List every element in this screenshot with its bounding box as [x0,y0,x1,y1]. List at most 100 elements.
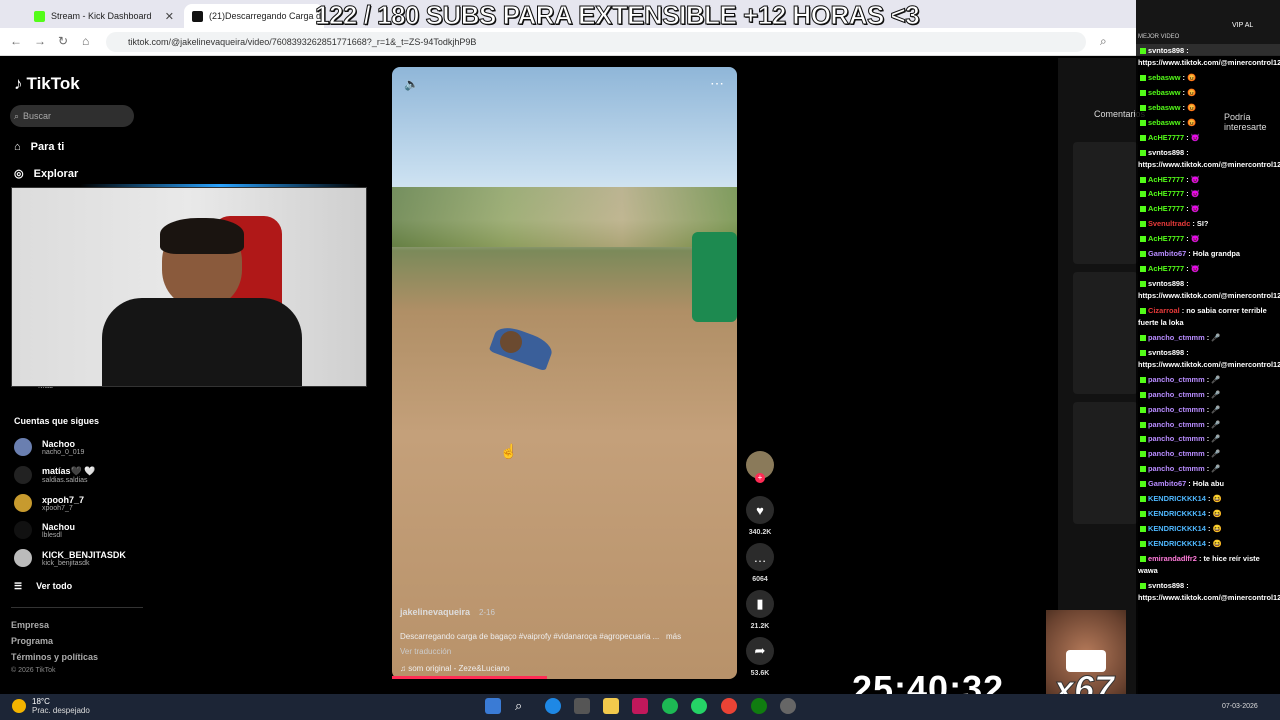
chat-username[interactable]: KENDRICKKK14 [1148,524,1206,533]
footer-link[interactable]: Empresa [11,620,49,630]
kick-badge-icon [1140,149,1146,156]
chat-username[interactable]: AcHE7777 [1148,204,1184,213]
description-text: Descarregando carga de bagaço #vaiprofy … [400,632,660,641]
chat-username[interactable]: Cizarroal [1148,306,1180,315]
chat-message: Cizarroal : no sabia correr terrible fue… [1138,305,1267,327]
chat-username[interactable]: KENDRICKKK14 [1148,509,1206,518]
search-icon[interactable]: ⌕ [515,698,531,714]
kick-badge-icon [1140,251,1146,258]
followed-account[interactable]: Nachoo nacho_0_019 [14,438,84,456]
xbox-icon[interactable] [751,698,767,714]
chat-username[interactable]: pancho_ctmmm [1148,434,1205,443]
chat-username[interactable]: KENDRICKKK14 [1148,494,1206,503]
weather-condition: Prac. despejado [32,706,90,715]
url-input[interactable]: tiktok.com/@jakelinevaqueira/video/76083… [106,32,1086,52]
chat-username[interactable]: KENDRICKKK14 [1148,539,1206,548]
chat-username[interactable]: svntos898 [1148,348,1184,357]
chat-username[interactable]: svntos898 [1148,581,1184,590]
kick-badge-icon [1140,540,1146,547]
chat-username[interactable]: pancho_ctmmm [1148,420,1205,429]
chat-text: 😈 [1190,174,1200,184]
followed-account[interactable]: KICK_BENJITASDK kick_benjitasdk [14,549,126,567]
more-options-icon[interactable]: ⋯ [710,75,724,92]
chat-username[interactable]: AcHE7777 [1148,264,1184,273]
chat-username[interactable]: pancho_ctmmm [1148,375,1205,384]
save-button[interactable]: ▮ 21.2K [745,590,775,630]
tab-tiktok-video[interactable]: (21)Descarregando Carga de B [184,4,324,28]
footer-link[interactable]: Programa [11,636,53,646]
edge-icon[interactable] [545,698,561,714]
followed-account[interactable]: xpooh7_7 xpooh7_7 [14,494,84,512]
chat-username[interactable]: svntos898 [1148,148,1184,157]
footer-link[interactable]: Términos y políticas [11,652,98,662]
more-link[interactable]: más [666,632,681,641]
chat-username[interactable]: sebasww [1148,73,1180,82]
tab-kick-dashboard[interactable]: Stream - Kick Dashboard ✕ [26,4,182,28]
chat-username[interactable]: svntos898 [1148,46,1184,55]
windows-start-icon[interactable] [485,698,501,714]
file-explorer-icon[interactable] [603,698,619,714]
video-username[interactable]: jakelinevaqueira [400,607,470,617]
see-all-link[interactable]: ☰ Ver todo [14,581,72,592]
suggested-video-card[interactable] [1073,272,1138,394]
chrome-icon[interactable] [721,698,737,714]
sound-link[interactable]: ♫ som original - Zeze&Luciano [400,664,730,673]
store-icon[interactable] [574,698,590,714]
suggested-video-card[interactable] [1073,142,1138,264]
chat-message: pancho_ctmmm : 🎤 [1136,403,1280,418]
suggested-video-card[interactable] [1073,402,1138,524]
video-progress-bar[interactable] [392,676,547,679]
followed-account[interactable]: matías🖤 🤍 saldias.saldias [14,466,95,484]
app-icon[interactable] [780,698,796,714]
chat-username[interactable]: pancho_ctmmm [1148,405,1205,414]
creator-avatar-button[interactable]: + [745,451,775,483]
chat-header-label: VIP AL [1232,22,1254,29]
followed-account[interactable]: Nachou lblesdl [14,521,75,539]
tiktok-logo[interactable]: ♪ TikTok [14,74,80,94]
nav-item-explorar[interactable]: ◎ Explorar [14,167,78,181]
chat-username[interactable]: pancho_ctmmm [1148,390,1205,399]
app-icon[interactable] [632,698,648,714]
chat-username[interactable]: AcHE7777 [1148,175,1184,184]
chat-username[interactable]: pancho_ctmmm [1148,464,1205,473]
chat-username[interactable]: AcHE7777 [1148,189,1184,198]
video-player[interactable]: 🔈 ⋯ ☝ [392,67,737,679]
whatsapp-icon[interactable] [691,698,707,714]
like-button[interactable]: ♥ 340.2K [745,496,775,536]
chat-username[interactable]: sebasww [1148,88,1180,97]
worker-torso [488,322,556,372]
tab-maybe-interested[interactable]: Podría interesarte [1224,112,1280,132]
chat-username[interactable]: Gambito67 [1148,249,1186,258]
reload-icon[interactable]: ↻ [58,34,68,48]
chat-username[interactable]: svntos898 [1148,279,1184,288]
account-handle: nacho_0_019 [42,448,85,456]
forward-icon[interactable]: → [34,34,46,48]
follow-plus-icon[interactable]: + [755,473,765,483]
zoom-icon[interactable]: ⌕ [1100,34,1107,49]
comment-button[interactable]: … 6064 [745,543,775,583]
kick-badge-icon [1140,582,1146,589]
kick-badge-icon [1140,406,1146,413]
chat-username[interactable]: AcHE7777 [1148,234,1184,243]
search-input[interactable]: ⌕ Buscar [10,105,134,127]
chat-username[interactable]: Gambito67 [1148,479,1186,488]
chat-username[interactable]: emirandadlfr2 [1148,554,1197,563]
weather-temp: 18°C [32,697,50,706]
chat-text: 🎤 [1211,419,1221,429]
chat-username[interactable]: pancho_ctmmm [1148,333,1205,342]
mute-icon[interactable]: 🔈 [404,77,419,91]
chat-username[interactable]: Svenultradc [1148,219,1190,228]
back-icon[interactable]: ← [10,34,22,48]
home-icon[interactable]: ⌂ [82,34,89,48]
chat-username[interactable]: pancho_ctmmm [1148,449,1205,458]
chat-username[interactable]: AcHE7777 [1148,133,1184,142]
close-icon[interactable]: ✕ [165,10,174,23]
translation-link[interactable]: Ver traducción [400,647,730,656]
share-button[interactable]: ➦ 53.6K [745,637,775,677]
nav-item-para-ti[interactable]: ⌂ Para ti [14,141,64,153]
weather-widget[interactable]: 18°C Prac. despejado [12,697,90,715]
chat-message: KENDRICKKK14 : 😆 [1136,507,1280,522]
chat-username[interactable]: sebasww [1148,118,1180,127]
chat-username[interactable]: sebasww [1148,103,1180,112]
spotify-icon[interactable] [662,698,678,714]
